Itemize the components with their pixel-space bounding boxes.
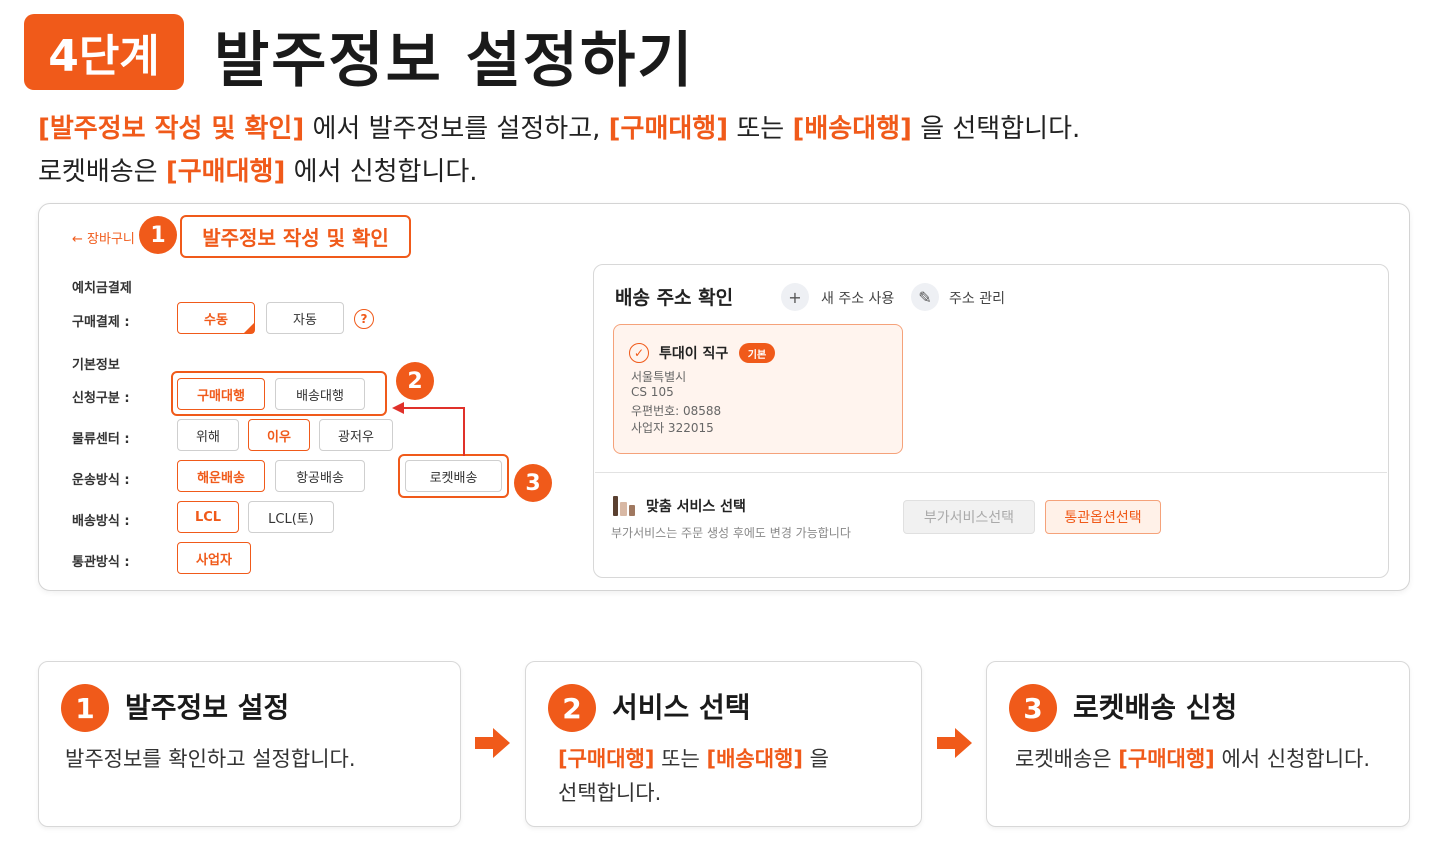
sea-shipping-option[interactable]: 해운배송: [177, 460, 265, 492]
panel-divider: [595, 472, 1387, 473]
pencil-icon[interactable]: ✎: [911, 283, 939, 311]
step-card-1: 1 발주정보 설정 발주정보를 확인하고 설정합니다.: [38, 661, 461, 827]
address-line: 사업자 322015: [631, 421, 714, 435]
lcl-saturday-option[interactable]: LCL(토): [248, 501, 334, 533]
intro-text: 에서 발주정보를 설정하고,: [304, 114, 609, 144]
arrow-right-icon: [475, 728, 510, 758]
step-highlight-shipping: [배송대행]: [706, 747, 803, 771]
order-info-tab[interactable]: 발주정보 작성 및 확인: [180, 215, 411, 258]
default-badge: 기본: [739, 343, 775, 363]
payment-label: 구매결제 :: [72, 315, 130, 330]
intro-text: 을 선택합니다.: [911, 114, 1081, 144]
intro-highlight-shipping: [배송대행]: [792, 114, 912, 144]
step-badge: 4단계: [24, 14, 184, 90]
intro-text: 에서 신청합니다.: [285, 157, 478, 187]
step-title: 로켓배송 신청: [1073, 691, 1238, 724]
deposit-section-label: 예치금결제: [72, 281, 132, 296]
step-desc: 로켓배송은 [구매대행] 에서 신청합니다.: [1015, 742, 1370, 776]
step-card-3: 3 로켓배송 신청 로켓배송은 [구매대행] 에서 신청합니다.: [986, 661, 1410, 827]
custom-service-title: 맞춤 서비스 선택: [646, 499, 746, 515]
custom-service-desc: 부가서비스는 주문 생성 후에도 변경 가능합니다: [611, 526, 851, 540]
manage-address-link[interactable]: 주소 관리: [949, 288, 1005, 308]
help-icon[interactable]: ?: [354, 309, 374, 329]
step-desc: [구매대행] 또는 [배송대행] 을 선택합니다.: [558, 742, 829, 810]
basic-info-section-label: 기본정보: [72, 358, 120, 373]
address-title: 배송 주소 확인: [615, 287, 734, 309]
cosmetics-icon: [613, 496, 635, 516]
step-text: 에서 신청합니다.: [1214, 747, 1371, 771]
step-number: 2: [548, 684, 596, 732]
step-card-2: 2 서비스 선택 [구매대행] 또는 [배송대행] 을 선택합니다.: [525, 661, 922, 827]
intro-line-2: 로켓배송은 [구매대행] 에서 신청합니다.: [38, 151, 478, 188]
callout-3: 3: [514, 464, 552, 502]
purchase-agent-option[interactable]: 구매대행: [177, 378, 265, 410]
shipping-agent-option[interactable]: 배송대행: [275, 378, 365, 410]
address-line: CS 105: [631, 385, 674, 399]
address-line: 우편번호: 08588: [631, 404, 722, 418]
warehouse-weihai-option[interactable]: 위해: [177, 419, 239, 451]
step-text: 로켓배송은: [1015, 747, 1119, 771]
warehouse-yiwu-option[interactable]: 이우: [248, 419, 310, 451]
warehouse-label: 물류센터 :: [72, 432, 130, 447]
apply-type-label: 신청구분 :: [72, 391, 130, 406]
callout-1: 1: [139, 216, 177, 254]
delivery-label: 배송방식 :: [72, 514, 130, 529]
address-line: 서울특별시: [631, 370, 687, 384]
intro-text: 또는: [728, 114, 793, 144]
customs-option-button[interactable]: 통관옵션선택: [1045, 500, 1161, 534]
new-address-link[interactable]: 새 주소 사용: [821, 288, 894, 308]
customs-label: 통관방식 :: [72, 555, 130, 570]
connector-arrow: [392, 402, 465, 456]
step-number: 3: [1009, 684, 1057, 732]
address-name: 투대이 직구: [659, 346, 729, 362]
intro-line-1: [발주정보 작성 및 확인] 에서 발주정보를 설정하고, [구매대행] 또는 …: [38, 108, 1080, 145]
payment-auto-option[interactable]: 자동: [266, 302, 344, 334]
payment-manual-option[interactable]: 수동: [177, 302, 255, 334]
intro-highlight-purchase: [구매대행]: [608, 114, 729, 144]
lcl-option[interactable]: LCL: [177, 501, 239, 533]
page-title: 발주정보 설정하기: [214, 26, 695, 96]
warehouse-guangzhou-option[interactable]: 광저우: [319, 419, 393, 451]
step-highlight-purchase: [구매대행]: [558, 747, 655, 771]
back-to-cart-link[interactable]: ← 장바구니: [72, 228, 135, 247]
step-highlight-purchase: [구매대행]: [1118, 747, 1215, 771]
rocket-delivery-option[interactable]: 로켓배송: [405, 460, 502, 492]
step-text: 을: [802, 747, 829, 771]
plus-icon[interactable]: +: [781, 283, 809, 311]
air-shipping-option[interactable]: 항공배송: [275, 460, 365, 492]
arrow-right-icon: [937, 728, 972, 758]
step-title: 발주정보 설정: [125, 691, 290, 724]
step-text: 선택합니다.: [558, 781, 662, 805]
business-customs-option[interactable]: 사업자: [177, 542, 251, 574]
intro-highlight-purchase: [구매대행]: [165, 157, 286, 187]
callout-2: 2: [396, 362, 434, 400]
intro-highlight-order-info: [발주정보 작성 및 확인]: [38, 114, 305, 144]
transport-label: 운송방식 :: [72, 473, 130, 488]
step-desc: 발주정보를 확인하고 설정합니다.: [65, 747, 356, 771]
step-title: 서비스 선택: [612, 691, 751, 724]
intro-text: 로켓배송은: [38, 157, 166, 187]
step-number: 1: [61, 684, 109, 732]
step-text: 또는: [654, 747, 707, 771]
check-icon: ✓: [629, 343, 649, 363]
addon-service-button[interactable]: 부가서비스선택: [903, 500, 1035, 534]
